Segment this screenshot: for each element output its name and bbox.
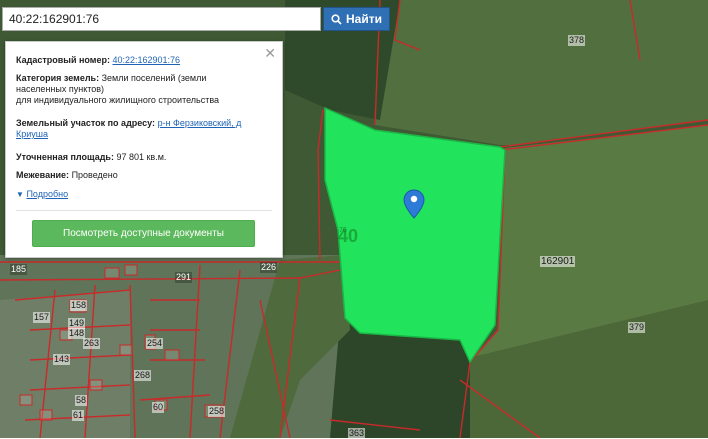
category-label: Категория земель: <box>16 73 100 83</box>
search-button[interactable]: Найти <box>323 7 390 31</box>
parcel-label-378: 378 <box>568 35 586 46</box>
category-value-1: Земли поселений (земли <box>101 73 207 83</box>
search-icon <box>331 13 342 25</box>
area-value: 97 801 кв.м. <box>116 152 167 162</box>
parcel-label-291: 291 <box>175 272 193 283</box>
parcel-label-363: 363 <box>348 428 366 439</box>
caret-down-icon: ▼ <box>16 190 24 199</box>
search-button-label: Найти <box>346 12 382 26</box>
address-link-1[interactable]: р-н Ферзиковский, д <box>158 118 242 128</box>
parcel-label-61: 61 <box>72 410 85 421</box>
parcel-label-268: 268 <box>134 370 152 381</box>
cadastral-label: Кадастровый номер: <box>16 55 110 65</box>
parcel-label-185: 185 <box>10 264 28 275</box>
parcel-label-143: 143 <box>53 354 71 365</box>
cadastral-link[interactable]: 40:22:162901:76 <box>112 55 180 65</box>
quarter-label: 162901 <box>540 256 576 267</box>
search-input[interactable] <box>2 7 321 31</box>
category-value-2: населенных пунктов) <box>16 84 105 94</box>
parcel-label-263: 263 <box>83 338 101 349</box>
divider <box>16 210 272 211</box>
area-label: Уточненная площадь: <box>16 152 114 162</box>
block-small-label: 76 <box>339 227 347 234</box>
address-label: Земельный участок по адресу: <box>16 118 156 128</box>
parcel-label-58: 58 <box>75 395 88 406</box>
area-row: Уточненная площадь: 97 801 кв.м. <box>16 152 268 163</box>
address-row: Земельный участок по адресу: р-н Ферзико… <box>16 118 268 140</box>
details-link[interactable]: Подробно <box>26 189 68 199</box>
parcel-label-379: 379 <box>628 322 646 333</box>
category-row: Категория земель: Земли поселений (земли… <box>16 73 268 106</box>
survey-label: Межевание: <box>16 170 70 180</box>
parcel-label-254: 254 <box>146 338 164 349</box>
parcel-label-258: 258 <box>208 406 226 417</box>
parcel-label-226: 226 <box>260 262 278 273</box>
parcel-label-158: 158 <box>70 300 88 311</box>
parcel-info-panel: ✕ Кадастровый номер: 40:22:162901:76 Кат… <box>5 41 283 258</box>
survey-row: Межевание: Проведено <box>16 170 268 181</box>
parcel-label-157: 157 <box>33 312 51 323</box>
parcel-label-60: 60 <box>152 402 165 413</box>
survey-value: Проведено <box>71 170 118 180</box>
view-documents-button[interactable]: Посмотреть доступные документы <box>32 220 255 247</box>
address-link-2[interactable]: Криуша <box>16 129 48 139</box>
details-row[interactable]: ▼ Подробно <box>16 189 268 200</box>
category-value-3: для индивидуального жилищного строительс… <box>16 95 220 105</box>
cadastral-row: Кадастровый номер: 40:22:162901:76 <box>16 55 268 66</box>
